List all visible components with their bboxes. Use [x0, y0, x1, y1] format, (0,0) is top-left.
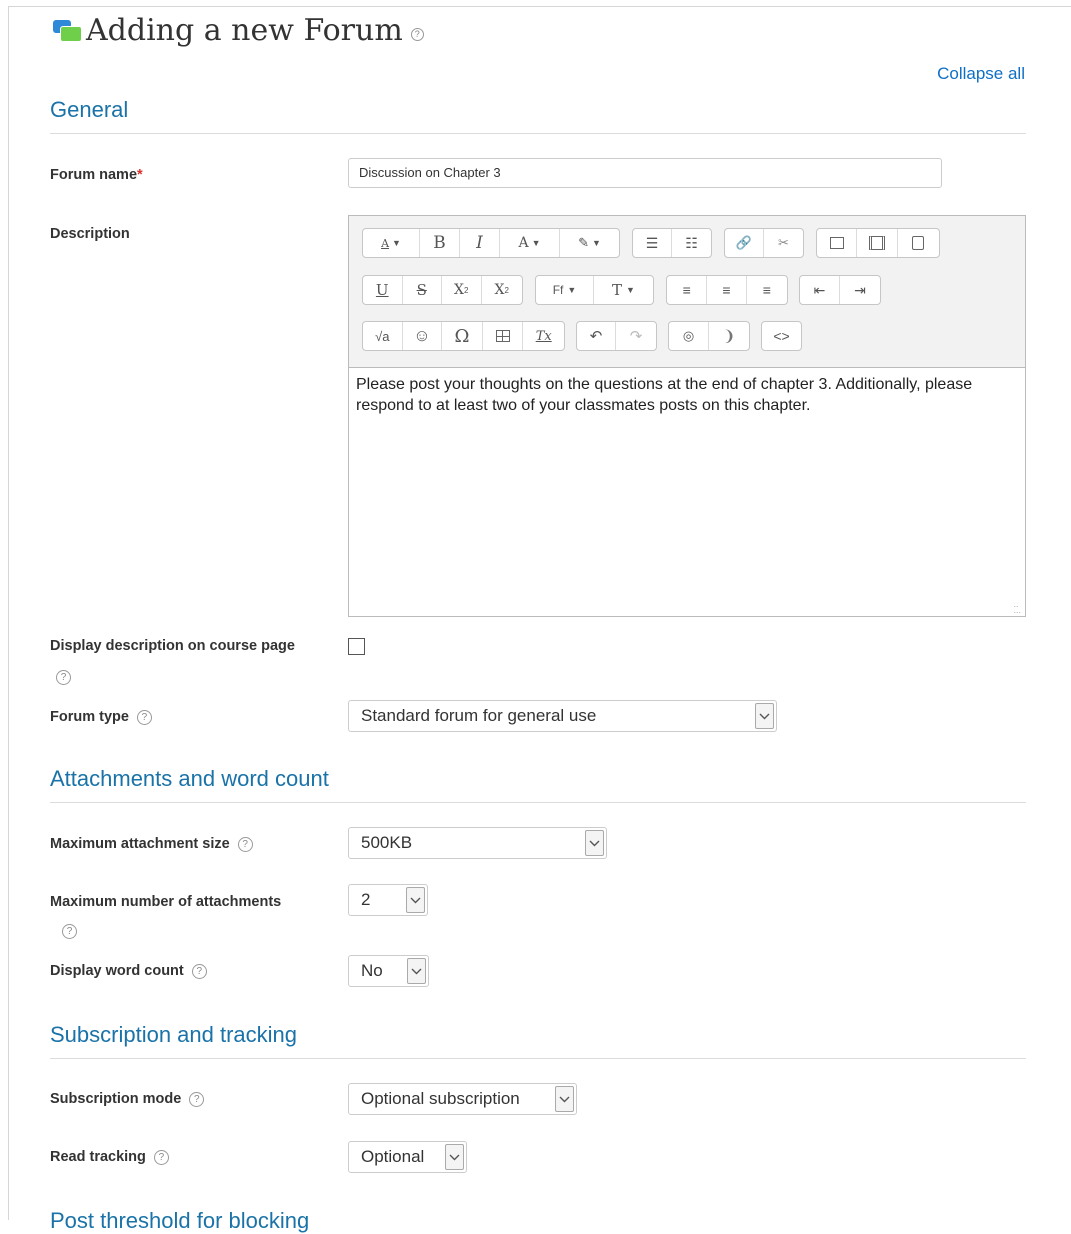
help-icon[interactable]: ?: [191, 963, 207, 979]
chevron-down-icon: [407, 958, 426, 984]
align-center-icon[interactable]: ≡: [707, 276, 747, 304]
help-icon[interactable]: ?: [189, 1091, 205, 1107]
toolbar-group-media: [816, 228, 940, 258]
chevron-down-icon: [445, 1144, 464, 1170]
clear-formatting-button[interactable]: Tx: [523, 322, 564, 350]
help-icon[interactable]: ?: [237, 836, 253, 852]
font-family-button[interactable]: Ff ▼: [536, 276, 595, 304]
section-subscription-heading[interactable]: Subscription and tracking: [50, 1022, 1026, 1059]
toolbar-group-indent: ⇤ ⇥: [799, 275, 881, 305]
editor-toolbar: A ▼ B I A ▼ ✎ ▼ ☰ ☷ 🔗 ✂ U S X2 X2 Ff ▼ T ▼: [349, 216, 1025, 368]
forum-name-label: Forum name*: [50, 167, 143, 183]
indent-icon[interactable]: ⇥: [840, 276, 880, 304]
help-icon[interactable]: ?: [56, 670, 71, 685]
toolbar-group-format: U S X2 X2: [362, 275, 523, 305]
subscript-button[interactable]: X2: [442, 276, 482, 304]
table-icon[interactable]: [483, 322, 524, 350]
html-source-icon[interactable]: <>: [762, 322, 801, 350]
bold-button[interactable]: B: [420, 229, 460, 257]
toolbar-group-lists: ☰ ☷: [632, 228, 712, 258]
read-tracking-select[interactable]: Optional: [348, 1141, 467, 1173]
bullet-list-icon[interactable]: ☰: [633, 229, 673, 257]
toolbar-group-align: ≡ ≡ ≡: [666, 275, 788, 305]
special-character-button[interactable]: Ω: [442, 322, 483, 350]
forum-type-select[interactable]: Standard forum for general use: [348, 700, 777, 732]
italic-button[interactable]: I: [460, 229, 500, 257]
page-top-border: [8, 6, 1071, 7]
page-title: Adding a new Forum ?: [52, 10, 424, 50]
toolbar-group-font: Ff ▼ T ▼: [535, 275, 654, 305]
accessibility-checker-icon[interactable]: ◎: [669, 322, 710, 350]
strikethrough-button[interactable]: S: [403, 276, 442, 304]
align-right-icon[interactable]: ≡: [747, 276, 787, 304]
forum-name-input[interactable]: Discussion on Chapter 3: [348, 158, 942, 188]
chevron-down-icon: [755, 703, 774, 729]
link-icon[interactable]: 🔗: [725, 229, 765, 257]
toolbar-group-insert: √a ☺ Ω Tx: [362, 321, 565, 351]
page-title-text: Adding a new Forum: [86, 12, 403, 48]
superscript-button[interactable]: X2: [482, 276, 522, 304]
max-attachments-select[interactable]: 2: [348, 884, 428, 916]
page-left-border: [8, 6, 9, 1220]
required-icon: *: [137, 167, 143, 183]
media-icon[interactable]: [857, 229, 898, 257]
help-icon[interactable]: ?: [153, 1149, 169, 1165]
collapse-all-link[interactable]: Collapse all: [937, 64, 1025, 84]
text-color-button[interactable]: A ▼: [500, 229, 560, 257]
display-word-count-label: Display word count?: [50, 963, 207, 979]
chevron-down-icon: [555, 1086, 574, 1112]
toolbar-group-style: A ▼ B I A ▼ ✎ ▼: [362, 228, 620, 258]
subscription-mode-label: Subscription mode?: [50, 1091, 205, 1107]
max-attachments-label: Maximum number of attachments: [50, 894, 282, 910]
redo-icon[interactable]: ↷: [616, 322, 656, 350]
paragraph-style-button[interactable]: T ▼: [594, 276, 653, 304]
undo-icon[interactable]: ↶: [577, 322, 617, 350]
toolbar-group-history: ↶ ↷: [576, 321, 657, 351]
highlight-button[interactable]: ✎ ▼: [560, 229, 619, 257]
numbered-list-icon[interactable]: ☷: [672, 229, 711, 257]
max-attachment-size-select[interactable]: 500KB: [348, 827, 607, 859]
chevron-down-icon: [406, 887, 425, 913]
chevron-down-icon: [585, 830, 604, 856]
help-icon[interactable]: ?: [136, 709, 152, 725]
align-left-icon[interactable]: ≡: [667, 276, 708, 304]
description-content[interactable]: Please post your thoughts on the questio…: [356, 374, 1005, 416]
font-size-button[interactable]: A ▼: [363, 229, 420, 257]
help-icon[interactable]: ?: [62, 924, 77, 939]
toolbar-group-links: 🔗 ✂: [724, 228, 804, 258]
underline-button[interactable]: U: [363, 276, 403, 304]
image-icon[interactable]: [817, 229, 858, 257]
equation-button[interactable]: √a: [363, 322, 403, 350]
description-label: Description: [50, 226, 130, 242]
description-editor[interactable]: A ▼ B I A ▼ ✎ ▼ ☰ ☷ 🔗 ✂ U S X2 X2 Ff ▼ T ▼: [348, 215, 1026, 617]
emoticon-icon[interactable]: ☺: [403, 322, 443, 350]
max-attachment-size-label: Maximum attachment size?: [50, 836, 253, 852]
section-post-threshold-heading[interactable]: Post threshold for blocking: [50, 1208, 309, 1234]
forum-type-label: Forum type?: [50, 709, 152, 725]
display-word-count-select[interactable]: No: [348, 955, 429, 987]
unlink-icon[interactable]: ✂: [764, 229, 803, 257]
section-general-heading[interactable]: General: [50, 97, 1026, 134]
resize-handle-icon[interactable]: .....: [1013, 600, 1021, 615]
outdent-icon[interactable]: ⇤: [800, 276, 841, 304]
toolbar-group-html: <>: [761, 321, 802, 351]
display-description-label: Display description on course page: [50, 638, 295, 654]
toolbar-group-accessibility: ◎ ❩: [668, 321, 750, 351]
manage-files-icon[interactable]: [898, 229, 939, 257]
forum-icon: [52, 17, 82, 43]
read-tracking-label: Read tracking?: [50, 1149, 169, 1165]
screenreader-helper-icon[interactable]: ❩: [709, 322, 749, 350]
help-icon[interactable]: ?: [410, 27, 424, 41]
section-attachments-heading[interactable]: Attachments and word count: [50, 766, 1026, 803]
subscription-mode-select[interactable]: Optional subscription: [348, 1083, 577, 1115]
display-description-checkbox[interactable]: [348, 638, 365, 655]
